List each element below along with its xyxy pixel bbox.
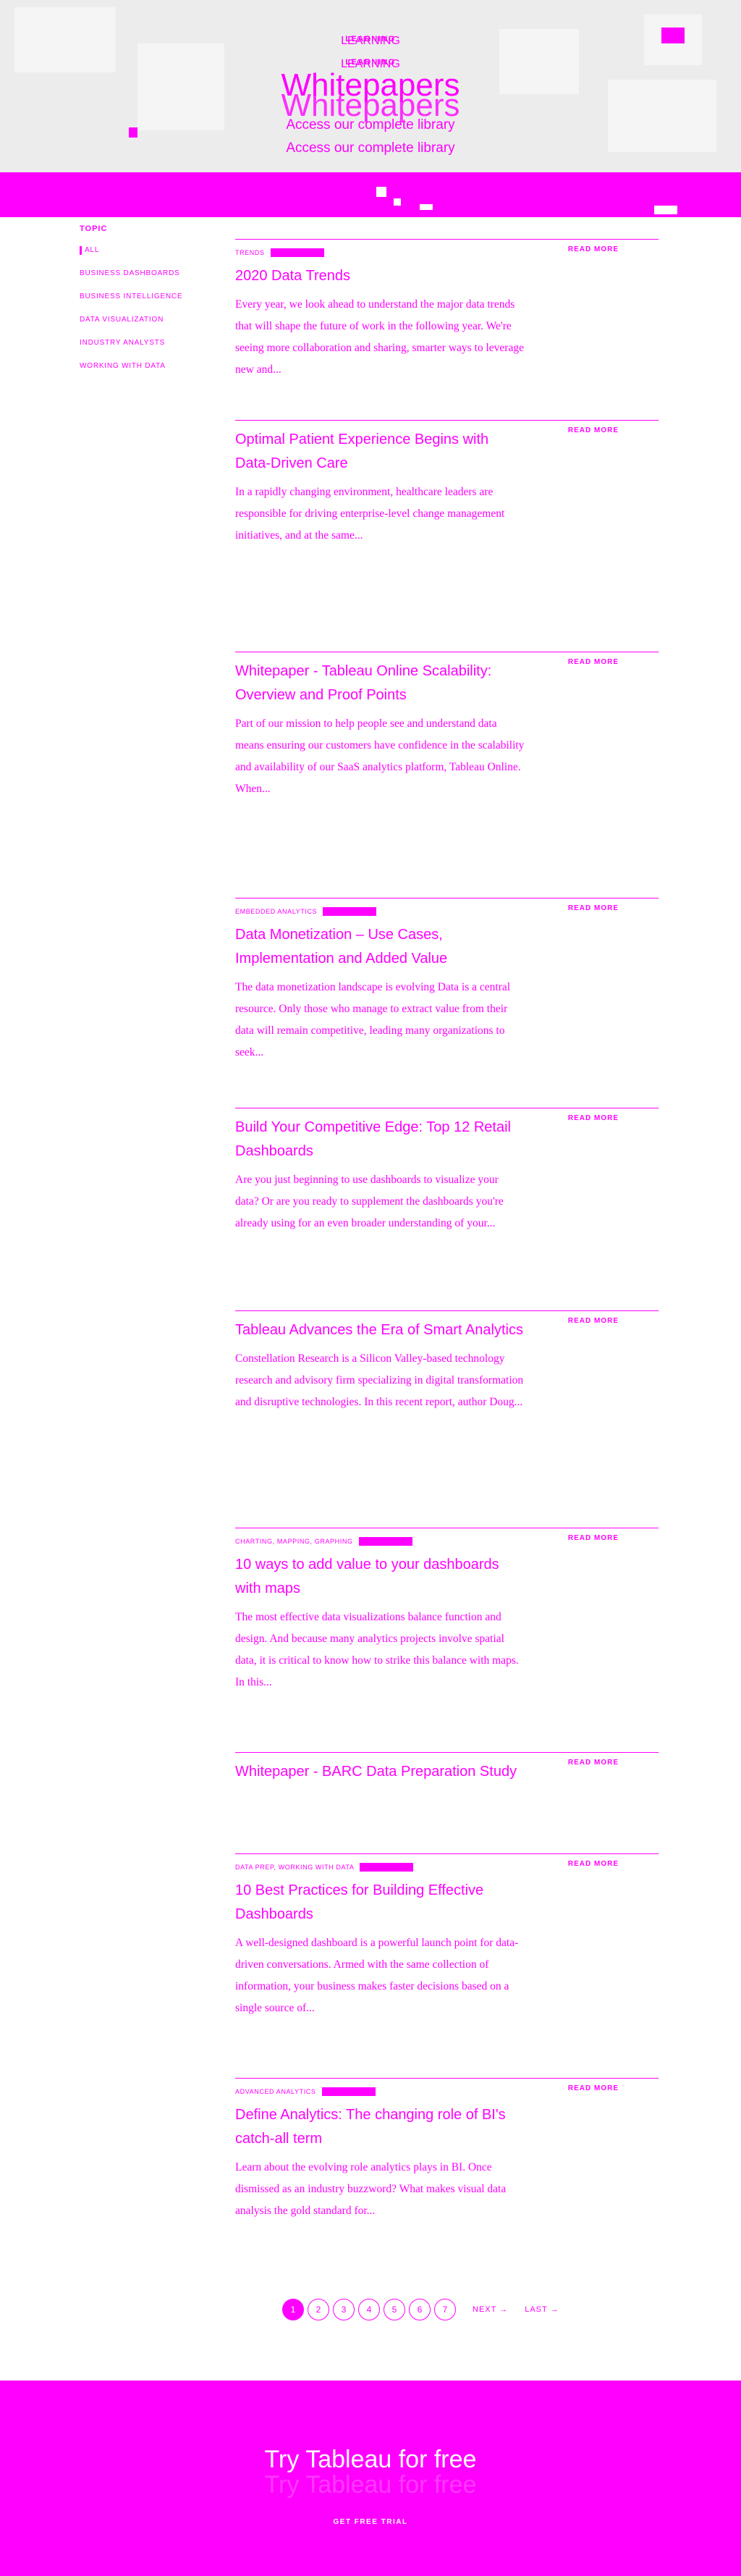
card-title[interactable]: Build Your Competitive Edge: Top 12 Reta… [235,1116,525,1163]
whitepaper-card[interactable]: READ MORE TRENDS 2020 Data Trends Every … [235,239,659,381]
free-trial-banner: Try Tableau for free Try Tableau for fre… [0,2381,741,2576]
band-decoration [654,206,677,214]
page-button[interactable]: 7 [434,2299,456,2320]
page-subtitle: Access our complete library [286,140,455,156]
tag-highlight [270,248,324,257]
card-description: A well-designed dashboard is a powerful … [235,1937,519,2014]
page-subtitle: Access our complete library [286,117,455,132]
card-tag-label: EMBEDDED ANALYTICS [235,908,318,915]
hero-banner: LEARNING LEARNING Whitepapers Whitepaper… [0,0,741,172]
next-page-link[interactable]: NEXT → [473,2305,508,2314]
whitepaper-card[interactable]: READ MORE Tableau Advances the Era of Sm… [235,1310,659,1413]
card-description: In a rapidly changing environment, healt… [235,486,505,542]
topic-data-visualization[interactable]: DATA VISUALIZATION [80,316,203,324]
card-title[interactable]: Tableau Advances the Era of Smart Analyt… [235,1318,525,1342]
trial-headline: Try Tableau for free [264,2471,477,2499]
read-more-link[interactable]: READ MORE [568,245,619,253]
card-title[interactable]: 10 Best Practices for Building Effective… [235,1879,525,1927]
read-more-link[interactable]: READ MORE [568,426,619,434]
card-description: Part of our mission to help people see a… [235,717,525,795]
whitepaper-card[interactable]: READ MORE ADVANCED ANALYTICS Define Anal… [235,2078,659,2222]
card-tag-label: TRENDS [235,249,265,256]
card-tag-label: DATA PREP, WORKING WITH DATA [235,1864,355,1871]
read-more-link[interactable]: READ MORE [568,1860,619,1868]
free-trial-button[interactable]: GET FREE TRIAL [321,2512,419,2532]
read-more-link[interactable]: READ MORE [568,1114,619,1122]
card-description: The data monetization landscape is evolv… [235,981,511,1058]
hero-eyebrow: LEARNING [345,58,396,67]
card-description: The most effective data visualizations b… [235,1611,519,1688]
whitepaper-card[interactable]: READ MORE CHARTING, MAPPING, GRAPHING 10… [235,1528,659,1693]
whitepaper-card[interactable]: READ MORE Whitepaper - BARC Data Prepara… [235,1752,659,1784]
card-title[interactable]: Whitepaper - Tableau Online Scalability:… [235,660,525,707]
tag-highlight [321,2087,376,2096]
read-more-link[interactable]: READ MORE [568,1317,619,1325]
last-page-link[interactable]: LAST → [525,2305,559,2314]
card-title[interactable]: Data Monetization – Use Cases, Implement… [235,923,525,971]
band-decoration [420,204,433,210]
card-title[interactable]: Optimal Patient Experience Begins with D… [235,428,525,476]
whitepaper-card[interactable]: READ MORE DATA PREP, WORKING WITH DATA 1… [235,1853,659,2019]
topic-heading: TOPIC [80,224,108,233]
band-decoration [394,198,401,206]
topic-working-with-data[interactable]: WORKING WITH DATA [80,362,203,371]
hero-band [0,172,741,217]
whitepaper-card[interactable]: READ MORE Optimal Patient Experience Beg… [235,420,659,547]
topic-industry-analysts[interactable]: INDUSTRY ANALYSTS [80,339,203,348]
whitepaper-card[interactable]: READ MORE EMBEDDED ANALYTICS Data Moneti… [235,898,659,1064]
topic-business-dashboards[interactable]: BUSINESS DASHBOARDS [80,269,203,278]
read-more-link[interactable]: READ MORE [568,1534,619,1542]
tag-highlight [323,907,377,916]
card-title[interactable]: 2020 Data Trends [235,264,525,288]
card-description: Constellation Research is a Silicon Vall… [235,1352,524,1408]
tag-highlight [360,1863,414,1872]
topic-business-intelligence[interactable]: BUSINESS INTELLIGENCE [80,292,203,301]
page-button[interactable]: 2 [308,2299,329,2320]
card-description: Learn about the evolving role analytics … [235,2161,507,2217]
card-title[interactable]: 10 ways to add value to your dashboards … [235,1553,525,1601]
card-tag-label: CHARTING, MAPPING, GRAPHING [235,1538,353,1545]
read-more-link[interactable]: READ MORE [568,1759,619,1767]
card-tag-label: ADVANCED ANALYTICS [235,2088,316,2095]
card-title[interactable]: Define Analytics: The changing role of B… [235,2103,525,2151]
whitepaper-card[interactable]: READ MORE Build Your Competitive Edge: T… [235,1108,659,1234]
card-description: Every year, we look ahead to understand … [235,298,524,376]
page-button[interactable]: 1 [282,2299,304,2320]
hero-eyebrow: LEARNING [345,35,396,43]
pagination: 1 2 3 4 5 6 7 NEXT → LAST → [282,2299,622,2320]
page-button[interactable]: 4 [358,2299,380,2320]
whitepaper-card[interactable]: READ MORE Whitepaper - Tableau Online Sc… [235,652,659,800]
topic-all[interactable]: ALL [80,246,203,255]
band-decoration [376,187,386,197]
read-more-link[interactable]: READ MORE [568,904,619,912]
card-title[interactable]: Whitepaper - BARC Data Preparation Study [235,1760,525,1784]
page-button[interactable]: 3 [333,2299,355,2320]
tag-highlight [358,1537,412,1546]
page-button[interactable]: 5 [384,2299,405,2320]
trial-headline: Try Tableau for free [264,2446,477,2473]
read-more-link[interactable]: READ MORE [568,658,619,666]
page-button[interactable]: 6 [409,2299,431,2320]
card-description: Are you just beginning to use dashboards… [235,1174,504,1229]
read-more-link[interactable]: READ MORE [568,2084,619,2092]
topic-filter: TOPIC ALL BUSINESS DASHBOARDS BUSINESS I… [80,224,203,385]
